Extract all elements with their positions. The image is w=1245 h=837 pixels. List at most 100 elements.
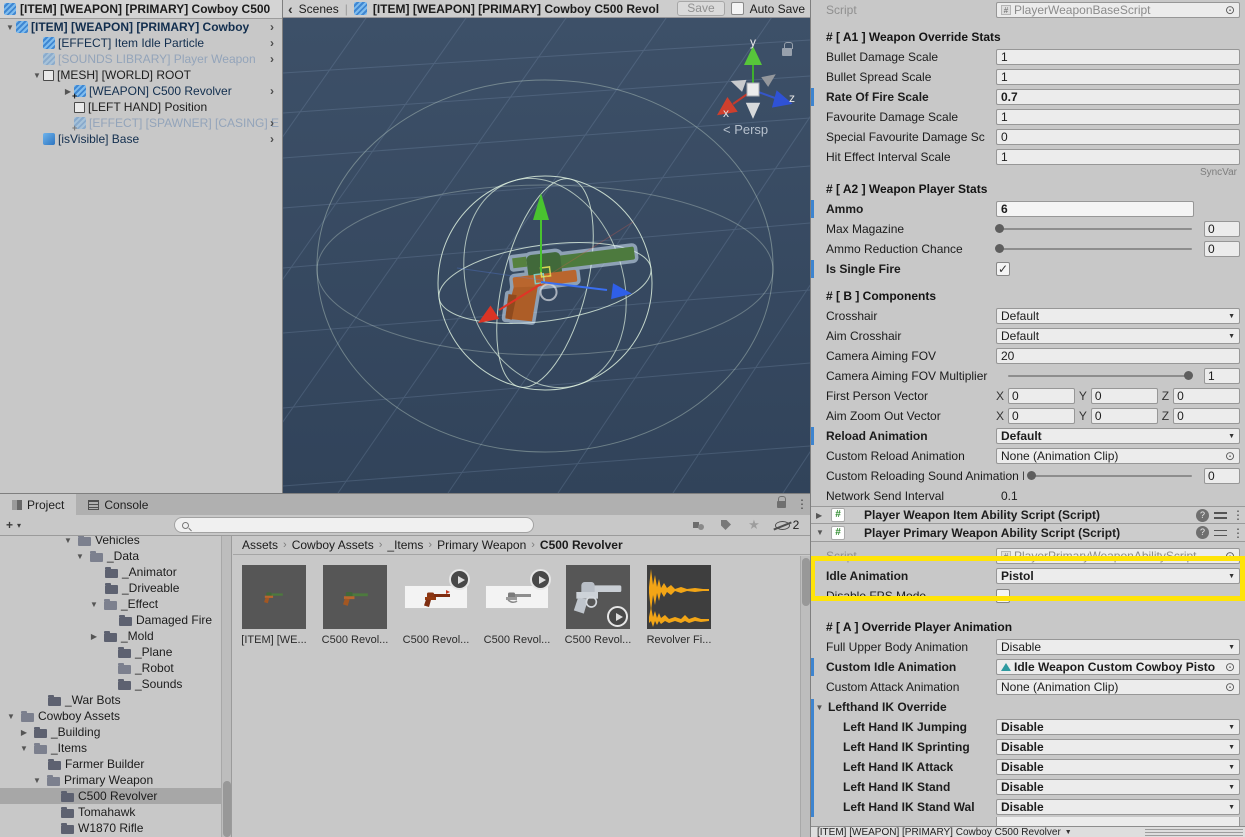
tree-item-plane[interactable]: _Plane	[0, 644, 231, 660]
reload-anim-dropdown[interactable]: Default ▼	[996, 428, 1240, 444]
object-picker-icon[interactable]: ⊙	[1225, 681, 1235, 693]
ik-attack-dropdown[interactable]: Disable ▼	[996, 759, 1240, 775]
idle-animation-dropdown[interactable]: Pistol ▼	[996, 568, 1240, 584]
is-single-fire-checkbox[interactable]: ✓	[996, 262, 1010, 276]
custom-reload-object-field[interactable]: None (Animation Clip) ⊙	[996, 448, 1240, 464]
hierarchy-row-mesh-root[interactable]: ▼ [MESH] [WORLD] ROOT	[0, 67, 282, 83]
custom-idle-object-field[interactable]: Idle Weapon Custom Cowboy Pisto ⊙	[996, 659, 1240, 675]
hierarchy-row-sounds-library[interactable]: [SOUNDS LIBRARY] Player Weapon ›	[0, 51, 282, 67]
resize-grip[interactable]	[1145, 828, 1243, 836]
max-magazine-slider[interactable]	[995, 224, 1192, 233]
special-favourite-field[interactable]: 0	[996, 129, 1240, 145]
hierarchy-row-effect-spawner[interactable]: [EFFECT] [SPAWNER] [CASING] E ›	[0, 115, 282, 133]
kebab-menu-icon[interactable]: ⋮	[1232, 526, 1244, 540]
help-icon[interactable]: ?	[1196, 526, 1209, 539]
ik-jumping-dropdown[interactable]: Disable ▼	[996, 719, 1240, 735]
prefab-open-chevron-icon[interactable]: ›	[270, 116, 274, 130]
unlock-icon[interactable]	[777, 495, 786, 508]
hierarchy-row-isvisible-base[interactable]: [isVisible] Base ›	[0, 131, 282, 147]
fpv-x-field[interactable]: 0	[1008, 388, 1075, 404]
disable-fps-checkbox[interactable]	[996, 589, 1010, 603]
tree-item-items[interactable]: ▼ _Items	[0, 740, 231, 756]
object-picker-icon[interactable]: ⊙	[1225, 4, 1235, 16]
component-header-primary-weapon-ability[interactable]: ▼ # Player Primary Weapon Ability Script…	[811, 524, 1245, 542]
breadcrumb-cowboy-assets[interactable]: Cowboy Assets	[292, 538, 374, 552]
search-by-type-button[interactable]	[686, 517, 710, 534]
aim-crosshair-dropdown[interactable]: Default ▼	[996, 328, 1240, 344]
tab-console[interactable]: Console	[76, 494, 160, 515]
tree-item-mold[interactable]: ▶ _Mold	[0, 628, 231, 644]
max-magazine-value[interactable]: 0	[1204, 221, 1240, 237]
foldout-open-icon[interactable]: ▼	[814, 703, 825, 712]
bullet-spread-field[interactable]: 1	[996, 69, 1240, 85]
ammo-field[interactable]: 6	[996, 201, 1194, 217]
component-header-weapon-item-ability[interactable]: ▶ # Player Weapon Item Ability Script (S…	[811, 506, 1245, 524]
asset-item-anim-2[interactable]: C500 Revol...	[484, 565, 551, 646]
tree-item-c500-revolver[interactable]: C500 Revolver	[0, 788, 231, 804]
tree-item-tomahawk[interactable]: Tomahawk	[0, 804, 231, 820]
prefab-open-chevron-icon[interactable]: ›	[270, 52, 274, 66]
presets-icon[interactable]	[1214, 528, 1227, 538]
tree-item-effect[interactable]: ▼ _Effect	[0, 596, 231, 612]
foldout-closed-icon[interactable]: ▶	[816, 511, 826, 520]
object-picker-icon[interactable]: ⊙	[1225, 450, 1235, 462]
azv-y-field[interactable]: 0	[1090, 408, 1158, 424]
azv-z-field[interactable]: 0	[1173, 408, 1240, 424]
breadcrumb-scenes[interactable]: Scenes	[299, 2, 339, 16]
camera-fov-mult-value[interactable]: 1	[1204, 368, 1240, 384]
kebab-menu-icon[interactable]: ⋮	[1232, 508, 1244, 522]
expander-icon[interactable]: ▼	[31, 71, 43, 80]
breadcrumb-c500-revolver[interactable]: C500 Revolver	[540, 538, 623, 552]
tree-item-sounds[interactable]: _Sounds	[0, 676, 231, 692]
back-arrow-icon[interactable]: ‹	[288, 2, 293, 16]
hit-effect-field[interactable]: 1	[996, 149, 1240, 165]
search-input[interactable]	[173, 517, 534, 533]
scene-viewport[interactable]: y x z < Persp	[283, 18, 810, 493]
tree-item-primary-weapon[interactable]: ▼ Primary Weapon	[0, 772, 231, 788]
hierarchy-prefab-header[interactable]: [ITEM] [WEAPON] [PRIMARY] Cowboy C500	[0, 0, 282, 19]
object-picker-icon[interactable]: ⊙	[1225, 550, 1235, 562]
camera-fov-field[interactable]: 20	[996, 348, 1240, 364]
custom-reload-sound-slider[interactable]	[1027, 471, 1192, 480]
presets-icon[interactable]	[1214, 510, 1227, 520]
ammo-reduction-value[interactable]: 0	[1204, 241, 1240, 257]
create-asset-button[interactable]: +	[6, 518, 13, 532]
breadcrumb-assets[interactable]: Assets	[242, 538, 278, 552]
foldout-open-icon[interactable]: ▼	[816, 528, 826, 537]
save-button[interactable]: Save	[677, 1, 725, 16]
tree-item-damaged-fire[interactable]: Damaged Fire	[0, 612, 231, 628]
fpv-z-field[interactable]: 0	[1173, 388, 1240, 404]
ammo-reduction-slider[interactable]	[995, 244, 1192, 253]
hierarchy-row-effect-idle[interactable]: [EFFECT] Item Idle Particle ›	[0, 35, 282, 51]
tree-item-animator[interactable]: _Animator	[0, 564, 231, 580]
asset-item-prefab[interactable]: [ITEM] [WE...	[241, 565, 307, 646]
scene-lock-icon[interactable]	[782, 42, 793, 56]
fpv-y-field[interactable]: 0	[1090, 388, 1158, 404]
prefab-open-chevron-icon[interactable]: ›	[270, 84, 274, 98]
search-by-label-button[interactable]	[714, 517, 738, 534]
hierarchy-row-root[interactable]: ▼ [ITEM] [WEAPON] [PRIMARY] Cowboy ›	[0, 19, 282, 35]
tree-item-war-bots[interactable]: _War Bots	[0, 692, 231, 708]
asset-item-audio[interactable]: Revolver Fi...	[646, 565, 712, 646]
chevron-down-icon[interactable]: ▾	[17, 521, 21, 530]
object-picker-icon[interactable]: ⊙	[1225, 661, 1235, 673]
tree-item-vehicles[interactable]: ▼ Vehicles	[0, 536, 231, 548]
tree-item-cowboy-assets[interactable]: ▼ Cowboy Assets	[0, 708, 231, 724]
favorites-button[interactable]: ★	[742, 517, 766, 534]
tab-project[interactable]: Project	[0, 494, 77, 515]
breadcrumb-items[interactable]: _Items	[387, 538, 423, 552]
play-button-icon[interactable]	[530, 569, 551, 590]
bullet-damage-field[interactable]: 1	[996, 49, 1240, 65]
ik-stand-dropdown[interactable]: Disable ▼	[996, 779, 1240, 795]
asset-item-anim-1[interactable]: C500 Revol...	[403, 565, 470, 646]
rate-of-fire-field[interactable]: 0.7	[996, 89, 1240, 105]
breadcrumb-primary-weapon[interactable]: Primary Weapon	[437, 538, 526, 552]
favourite-damage-field[interactable]: 1	[996, 109, 1240, 125]
prefab-open-chevron-icon[interactable]: ›	[270, 36, 274, 50]
tree-item-w1870-rifle[interactable]: W1870 Rifle	[0, 820, 231, 836]
help-icon[interactable]: ?	[1196, 508, 1209, 522]
crosshair-dropdown[interactable]: Default ▼	[996, 308, 1240, 324]
asset-grid-scrollbar[interactable]	[800, 556, 810, 837]
kebab-menu-icon[interactable]: ⋮	[796, 497, 808, 511]
tree-scrollbar[interactable]	[221, 536, 231, 837]
